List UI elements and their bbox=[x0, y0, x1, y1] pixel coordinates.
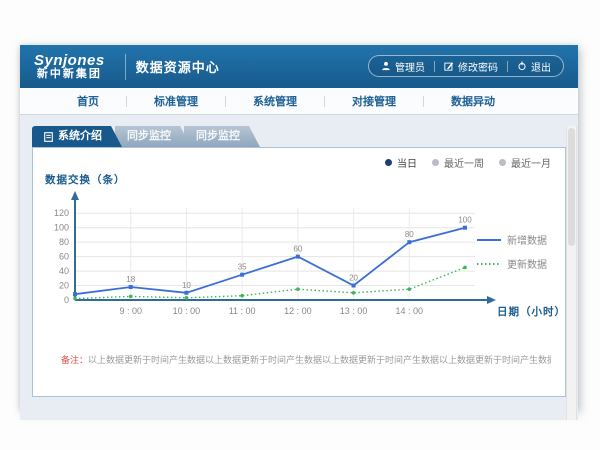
footnote: 备注：以上数据更新于时间产生数据以上数据更新于时间产生数据以上数据更新于时间产生… bbox=[61, 353, 551, 366]
nav-item-home[interactable]: 首页 bbox=[50, 93, 126, 109]
x-tick-label: 10 : 00 bbox=[173, 306, 201, 316]
logo-company-name: 新中新集团 bbox=[34, 69, 105, 81]
y-tick-label: 100 bbox=[54, 223, 69, 233]
tab-system-intro[interactable]: 系统介绍 bbox=[32, 126, 122, 147]
y-axis-arrow-icon bbox=[71, 191, 79, 200]
footnote-label: 备注： bbox=[61, 355, 88, 365]
user-name: 管理员 bbox=[395, 59, 425, 74]
range-filter: 当日 最近一周 最近一月 bbox=[385, 155, 551, 170]
change-password-button[interactable]: 修改密码 bbox=[444, 59, 498, 74]
tab-label: 同步监控 bbox=[127, 126, 171, 147]
logout-button[interactable]: 退出 bbox=[517, 59, 551, 74]
x-axis-title: 日期（小时） bbox=[497, 305, 566, 318]
legend-line-sample bbox=[477, 261, 501, 267]
logo-wordmark: Synjones bbox=[34, 53, 105, 69]
data-point-label: 100 bbox=[458, 216, 472, 225]
user-pill: 管理员 修改密码 退出 bbox=[368, 55, 564, 77]
y-tick-label: 120 bbox=[54, 208, 69, 218]
data-point bbox=[240, 294, 244, 298]
range-option-today[interactable]: 当日 bbox=[385, 155, 417, 170]
header-divider bbox=[125, 54, 126, 80]
data-point bbox=[296, 255, 300, 259]
app-window: Synjones 新中新集团 数据资源中心 管理员 bbox=[20, 45, 578, 410]
data-point bbox=[129, 295, 133, 299]
nav-item-integration[interactable]: 对接管理 bbox=[325, 93, 423, 109]
data-point bbox=[185, 296, 189, 300]
scrollbar-thumb[interactable] bbox=[568, 128, 575, 246]
legend-item: 新增数据 bbox=[477, 232, 557, 247]
data-point bbox=[73, 297, 77, 301]
screenshot-stage: Synjones 新中新集团 数据资源中心 管理员 bbox=[0, 0, 600, 450]
content-area: 系统介绍 同步监控 同步监控 当日 最近一周 最近一月 数据交换（条） 0 20 40 60 8… bbox=[20, 126, 578, 420]
page-title: 数据资源中心 bbox=[136, 57, 220, 76]
range-option-last-month[interactable]: 最近一月 bbox=[499, 155, 551, 170]
user-icon bbox=[381, 61, 391, 71]
data-point bbox=[240, 273, 244, 277]
range-option-label: 最近一周 bbox=[444, 155, 484, 170]
change-password-label: 修改密码 bbox=[458, 59, 498, 74]
y-tick-label: 20 bbox=[59, 281, 69, 291]
data-point bbox=[73, 292, 77, 296]
x-tick-label: 13 : 00 bbox=[340, 306, 368, 316]
tab-sync-monitor-1[interactable]: 同步监控 bbox=[115, 126, 191, 147]
power-icon bbox=[517, 61, 527, 71]
data-point bbox=[463, 266, 467, 270]
document-icon bbox=[44, 132, 53, 142]
legend-label: 新增数据 bbox=[507, 232, 547, 247]
scrollbar[interactable] bbox=[566, 126, 577, 420]
y-tick-label: 40 bbox=[59, 266, 69, 276]
pill-divider bbox=[434, 61, 435, 72]
nav-item-data-changes[interactable]: 数据异动 bbox=[424, 93, 522, 109]
chart-panel: 当日 最近一周 最近一月 数据交换（条） 0 20 40 60 80 100 120 9 : 00… bbox=[32, 147, 566, 397]
y-tick-label: 80 bbox=[59, 237, 69, 247]
y-axis-title: 数据交换（条） bbox=[45, 172, 126, 187]
nav-item-standards[interactable]: 标准管理 bbox=[127, 93, 225, 109]
data-point bbox=[352, 284, 356, 288]
legend-item: 更新数据 bbox=[477, 256, 557, 271]
radio-selected-icon bbox=[385, 159, 392, 166]
y-tick-label: 60 bbox=[59, 252, 69, 262]
x-tick-label: 12 : 00 bbox=[284, 306, 312, 316]
x-tick-label: 11 : 00 bbox=[229, 306, 256, 316]
data-point bbox=[407, 240, 411, 244]
x-tick-label: 9 : 00 bbox=[119, 306, 142, 316]
nav-item-system[interactable]: 系统管理 bbox=[226, 93, 324, 109]
data-point-label: 20 bbox=[349, 274, 358, 283]
legend-label: 更新数据 bbox=[507, 256, 547, 271]
data-point bbox=[296, 287, 300, 291]
footnote-text: 以上数据更新于时间产生数据以上数据更新于时间产生数据以上数据更新于时间产生数据以… bbox=[88, 355, 551, 365]
app-header: Synjones 新中新集团 数据资源中心 管理员 bbox=[20, 45, 578, 88]
chart-legend: 新增数据更新数据 bbox=[477, 232, 557, 271]
data-point bbox=[463, 226, 467, 230]
user-menu-button[interactable]: 管理员 bbox=[381, 59, 425, 74]
range-option-last-week[interactable]: 最近一周 bbox=[432, 155, 484, 170]
data-point bbox=[184, 291, 188, 295]
radio-icon bbox=[499, 159, 506, 166]
tab-label: 系统介绍 bbox=[58, 126, 102, 147]
main-nav: 首页标准管理系统管理对接管理数据异动 bbox=[20, 88, 578, 115]
data-point bbox=[352, 291, 356, 295]
data-point bbox=[129, 285, 133, 289]
x-axis-arrow-icon bbox=[487, 296, 496, 304]
data-point-label: 60 bbox=[293, 245, 302, 254]
radio-icon bbox=[432, 159, 439, 166]
edit-icon bbox=[444, 61, 454, 71]
data-point-label: 18 bbox=[126, 275, 135, 284]
y-tick-label: 0 bbox=[64, 295, 69, 305]
pill-divider bbox=[507, 61, 508, 72]
tab-bar: 系统介绍 同步监控 同步监控 bbox=[32, 126, 578, 147]
range-option-label: 最近一月 bbox=[511, 155, 551, 170]
tab-label: 同步监控 bbox=[196, 126, 240, 147]
range-option-label: 当日 bbox=[397, 155, 417, 170]
data-point-label: 10 bbox=[182, 281, 191, 290]
logout-label: 退出 bbox=[531, 59, 551, 74]
x-tick-label: 14 : 00 bbox=[396, 306, 424, 316]
data-point-label: 80 bbox=[405, 230, 414, 239]
data-point-label: 35 bbox=[238, 263, 247, 272]
data-point bbox=[407, 287, 411, 291]
legend-line-sample bbox=[477, 237, 501, 243]
tab-sync-monitor-2[interactable]: 同步监控 bbox=[184, 126, 260, 147]
logo: Synjones 新中新集团 bbox=[34, 53, 105, 80]
